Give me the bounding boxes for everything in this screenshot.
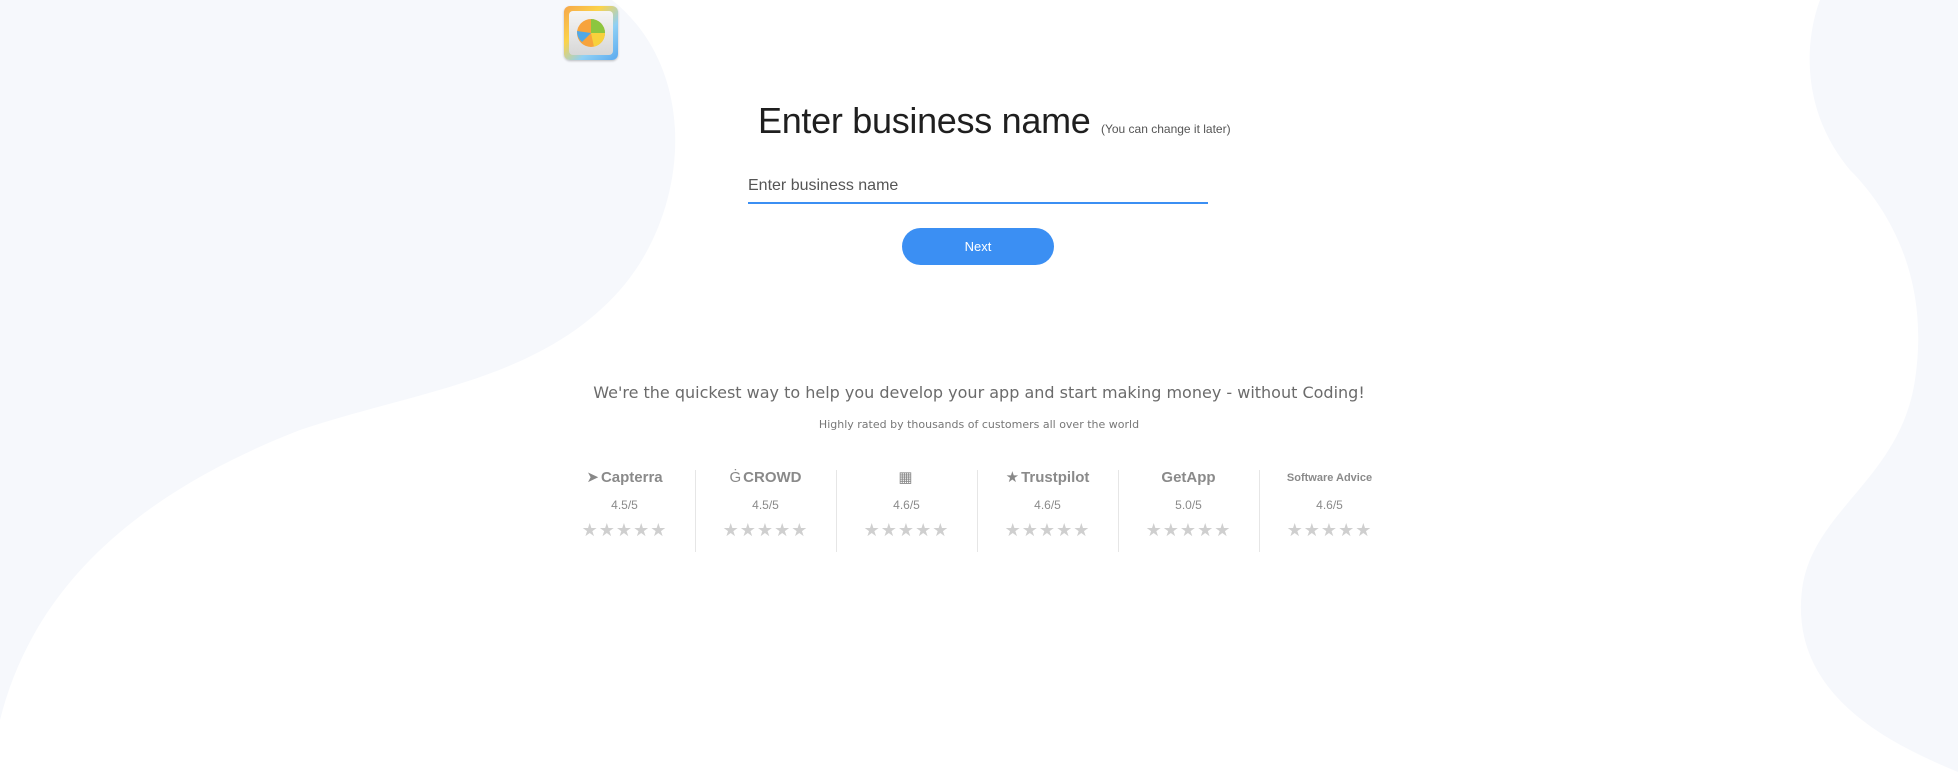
brand-name: GetApp: [1161, 469, 1216, 486]
pie-chart-icon: [576, 19, 605, 47]
rating-stars: ★★★★★: [722, 520, 809, 541]
square-logo-icon: ▦: [898, 469, 913, 486]
rating-stars: ★★★★★: [863, 520, 950, 541]
capterra-logo: ➤ Capterra: [554, 466, 695, 490]
rating-g2-crowd[interactable]: Ġ CROWD 4.5/5 ★★★★★: [695, 466, 836, 552]
tagline: We're the quickest way to help you devel…: [593, 383, 1365, 402]
rating-stars: ★★★★★: [1004, 520, 1091, 541]
rating-getapp[interactable]: GetApp 5.0/5 ★★★★★: [1118, 466, 1259, 552]
brand-name: CROWD: [743, 469, 802, 486]
next-button[interactable]: Next: [902, 228, 1054, 265]
star-icon: ★: [1005, 469, 1020, 486]
rating-stars: ★★★★★: [1286, 520, 1373, 541]
app-logo[interactable]: [564, 6, 618, 60]
getapp-logo: GetApp: [1118, 466, 1259, 490]
rating-score: 5.0/5: [1175, 498, 1202, 512]
rating-capterra[interactable]: ➤ Capterra 4.5/5 ★★★★★: [554, 466, 695, 552]
third-party-logo: ▦: [836, 466, 977, 490]
ratings-row: ➤ Capterra 4.5/5 ★★★★★ Ġ CROWD 4.5/5 ★★★★★…: [554, 466, 1404, 552]
rating-score: 4.5/5: [611, 498, 638, 512]
rating-score: 4.6/5: [1034, 498, 1061, 512]
g2-icon: Ġ: [729, 469, 742, 486]
brand-name: Trustpilot: [1021, 469, 1090, 486]
brand-name: Software Advice: [1286, 472, 1373, 484]
subline: Highly rated by thousands of customers a…: [818, 418, 1140, 431]
business-name-input[interactable]: [748, 170, 1208, 204]
rating-score: 4.5/5: [752, 498, 779, 512]
page: Enter business name (You can change it l…: [0, 0, 1958, 772]
g2-crowd-logo: Ġ CROWD: [695, 466, 836, 490]
rating-stars: ★★★★★: [581, 520, 668, 541]
left-background-wave: [0, 0, 676, 720]
title-row: Enter business name (You can change it l…: [758, 100, 1231, 142]
rating-score: 4.6/5: [893, 498, 920, 512]
page-title: Enter business name: [758, 100, 1091, 141]
rating-software-advice[interactable]: Software Advice 4.6/5 ★★★★★: [1259, 466, 1400, 552]
trustpilot-logo: ★ Trustpilot: [977, 466, 1118, 490]
software-advice-logo: Software Advice: [1259, 466, 1400, 490]
title-note: (You can change it later): [1100, 122, 1231, 136]
rating-third-party[interactable]: ▦ 4.6/5 ★★★★★: [836, 466, 977, 552]
rating-stars: ★★★★★: [1145, 520, 1232, 541]
capterra-arrow-icon: ➤: [586, 469, 599, 486]
rating-score: 4.6/5: [1316, 498, 1343, 512]
brand-name: Capterra: [600, 469, 663, 486]
rating-trustpilot[interactable]: ★ Trustpilot 4.6/5 ★★★★★: [977, 466, 1118, 552]
